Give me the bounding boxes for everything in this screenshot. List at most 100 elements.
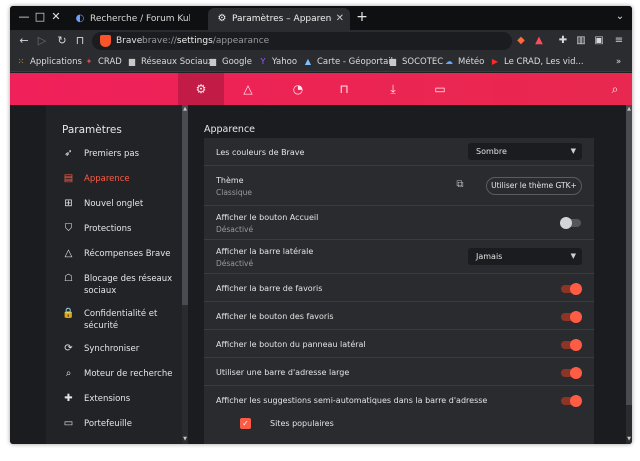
row-sublabel: Désactivé [216, 259, 254, 268]
wallet-icon[interactable]: ▣ [592, 34, 606, 48]
row-label: Afficher le bouton Accueil [216, 213, 319, 222]
colors-select[interactable]: Sombre ▼ [468, 143, 582, 160]
favorites-bar-toggle[interactable] [561, 283, 582, 295]
row-sidebar: Afficher la barre latérale Désactivé Jam… [204, 240, 594, 274]
row-label: Afficher le bouton des favoris [216, 312, 334, 321]
bookmark-crad[interactable]: ✦ CRAD [84, 52, 122, 72]
row-brave-colors: Les couleurs de Brave Sombre ▼ [204, 138, 594, 166]
reload-button[interactable]: ↻ [54, 33, 70, 49]
brave-rewards-icon[interactable]: ▲ [532, 34, 546, 48]
row-label: Afficher la barre de favoris [216, 284, 323, 293]
tab-label: Paramètres – Apparence [232, 14, 332, 24]
puzzle-icon: ✚ [64, 393, 73, 404]
external-link-icon[interactable]: ⧉ [454, 179, 466, 191]
brave-logo-icon [100, 35, 111, 47]
tab-close-icon[interactable]: ✕ [336, 8, 344, 30]
wallet-icon: ▭ [63, 418, 74, 429]
use-gtk-theme-button[interactable]: Utiliser le thème GTK+ [486, 177, 582, 195]
row-label: Utiliser une barre d'adresse large [216, 368, 350, 377]
row-side-panel-button: Afficher le bouton du panneau latéral [204, 330, 594, 358]
yahoo-icon: Y [260, 57, 266, 66]
gear-icon: ⚙ [217, 13, 227, 24]
tab-search-button[interactable]: ⌄ [612, 9, 628, 25]
autocomplete-suggestions-toggle[interactable] [561, 395, 582, 407]
maximize-button[interactable]: □ [32, 9, 48, 25]
downloads-icon[interactable]: ⤓ [385, 81, 401, 97]
new-tab-icon: ⊞ [64, 198, 73, 209]
side-panel-button-toggle[interactable] [561, 339, 582, 351]
back-button[interactable]: ← [16, 33, 32, 49]
wide-address-bar-toggle[interactable] [561, 367, 582, 379]
tab-kubuntu-forum[interactable]: ◐ Recherche / Forum Kubuntu-fr.o [66, 8, 208, 30]
sidebar-toggle-icon[interactable]: ▥ [574, 34, 588, 48]
favorites-button-toggle[interactable] [561, 311, 582, 323]
lock-icon: 🔒 [62, 308, 75, 319]
row-wide-address-bar: Utiliser une barre d'adresse large [204, 358, 594, 386]
sync-icon: ⟳ [64, 343, 73, 354]
rewards-triangle-icon[interactable]: △ [240, 81, 256, 97]
shield-icon: ⛉ [64, 223, 73, 234]
folder-icon: ▆ [209, 57, 217, 66]
folder-icon: ▆ [128, 57, 136, 66]
bookmark-yahoo[interactable]: Y Yahoo [258, 52, 297, 72]
bookmark-geoportail[interactable]: ▲ Carte - Géoportail [303, 52, 393, 72]
row-label: Les couleurs de Brave [216, 148, 305, 157]
settings-header: ⚙ △ ◔ ⊓ ⤓ ▭ ⌕ [10, 73, 632, 105]
main-scrollbar-thumb[interactable] [626, 105, 632, 405]
row-home-button: Afficher le bouton Accueil Désactivé [204, 206, 594, 240]
bookmarks-overflow-icon[interactable]: » [616, 52, 621, 72]
map-icon: ▲ [304, 57, 312, 66]
crad-icon: ✦ [85, 57, 93, 66]
search-settings-icon[interactable]: ⌕ [607, 81, 623, 97]
rewards-icon: △ [64, 248, 73, 259]
home-button-toggle[interactable] [560, 217, 581, 229]
url-text: brave://settings/appearance [142, 36, 270, 46]
bookmark-meteo[interactable]: ☁ Météo [444, 52, 484, 72]
popular-sites-checkbox[interactable]: ✓ [240, 418, 251, 429]
row-label: Afficher les suggestions semi-automatiqu… [216, 396, 488, 405]
close-window-button[interactable]: ✕ [48, 9, 64, 25]
row-label: Thème [216, 176, 244, 185]
bookmark-reseaux-sociaux[interactable]: ▆ Réseaux Sociaux [127, 52, 213, 72]
grid-icon: ⁙ [17, 57, 25, 66]
sidebar-select[interactable]: Jamais ▼ [468, 248, 582, 265]
toolbar: ← ▷ ↻ ⊓ Brave brave://settings/appearanc… [10, 30, 632, 52]
tab-label: Recherche / Forum Kubuntu-fr.o [90, 14, 190, 24]
browser-window: — □ ✕ ◐ Recherche / Forum Kubuntu-fr.o ⚙… [10, 6, 632, 444]
bookmark-applications[interactable]: ⁙ Applications [16, 52, 82, 72]
main-scroll-down-icon[interactable]: ▼ [626, 435, 632, 443]
forum-favicon-icon: ◐ [75, 13, 85, 24]
chevron-down-icon: ▼ [570, 147, 576, 155]
menu-icon[interactable]: ≡ [612, 34, 626, 48]
social-block-icon: ☖ [64, 273, 73, 284]
folder-icon: ▆ [389, 57, 397, 66]
bookmark-google[interactable]: ▆ Google [208, 52, 252, 72]
site-name: Brave [116, 36, 143, 46]
bookmark-socotec[interactable]: ▆ SOCOTEC [388, 52, 443, 72]
address-bar[interactable]: Brave brave://settings/appearance [92, 32, 512, 50]
new-tab-button[interactable]: + [354, 9, 370, 25]
row-sublabel: Désactivé [216, 225, 254, 234]
tab-strip: — □ ✕ ◐ Recherche / Forum Kubuntu-fr.o ⚙… [10, 6, 632, 30]
minimize-button[interactable]: — [16, 9, 32, 25]
wallet-header-icon[interactable]: ▭ [432, 81, 448, 97]
main-scroll-up-icon[interactable]: ▲ [626, 105, 632, 113]
row-label: Afficher la barre latérale [216, 247, 314, 256]
appearance-icon: ▤ [63, 173, 74, 184]
bookmarks-icon[interactable]: ⊓ [336, 81, 352, 97]
bookmark-page-icon[interactable]: ⊓ [72, 33, 88, 49]
meteo-icon: ☁ [445, 57, 453, 66]
brave-shields-icon[interactable]: ◆ [514, 34, 528, 48]
settings-gear-icon[interactable]: ⚙ [193, 81, 209, 97]
bookmark-crad-videos[interactable]: ▶ Le CRAD, Les vid... [490, 52, 584, 72]
popular-sites-label: Sites populaires [270, 419, 334, 428]
row-autocomplete-suggestions: Afficher les suggestions semi-automatiqu… [204, 386, 594, 414]
extensions-icon[interactable]: ✚ [556, 34, 570, 48]
search-icon: ⌕ [65, 368, 72, 379]
history-icon[interactable]: ◔ [290, 81, 306, 97]
forward-button[interactable]: ▷ [34, 33, 50, 49]
row-sublabel: Classique [216, 188, 252, 197]
bookmarks-bar: ⁙ Applications ✦ CRAD ▆ Réseaux Sociaux ▆ Go… [10, 52, 632, 72]
row-favorites-button: Afficher le bouton des favoris [204, 302, 594, 330]
tab-settings-appearance[interactable]: ⚙ Paramètres – Apparence ✕ [208, 8, 350, 30]
